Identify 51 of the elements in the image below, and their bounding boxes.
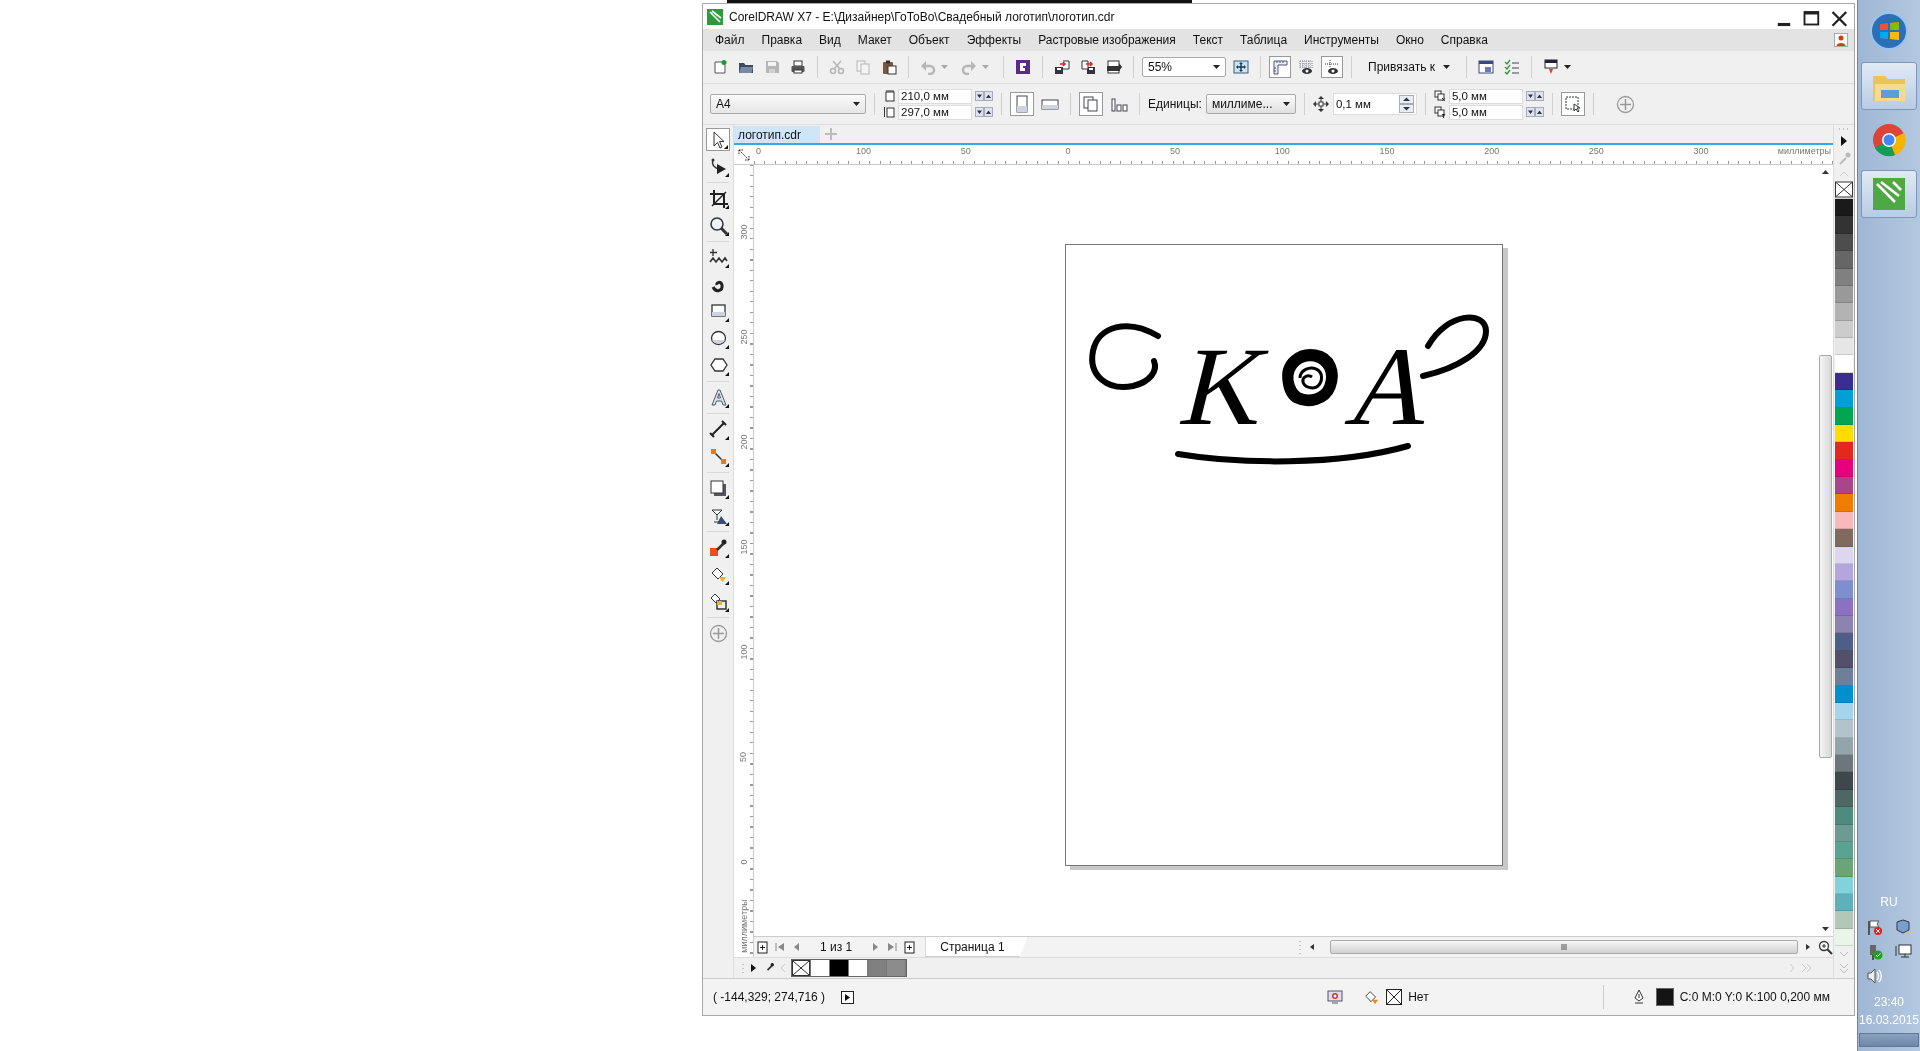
menu-item[interactable]: Растровые изображения — [1038, 33, 1185, 47]
ruler-label: 50 — [960, 145, 971, 157]
drawing-canvas[interactable]: K A — [754, 165, 1818, 936]
menu-item[interactable]: Вид — [819, 33, 850, 47]
fill-status: Нет — [1408, 990, 1429, 1004]
ruler-label: 0 — [738, 859, 749, 865]
document-tab[interactable]: логотип.cdr — [734, 126, 821, 143]
page-tab[interactable]: Страница 1 — [925, 937, 1028, 957]
window-title: CorelDRAW X7 - E:\Дизайнер\ГоТоВо\Свадебный логотип\логотип.cdr — [729, 9, 1115, 24]
menu-item[interactable]: Макет — [857, 33, 901, 47]
menu-item[interactable]: Объект — [908, 33, 959, 47]
ruler-label: 100 — [1274, 145, 1290, 157]
ruler-label: 100 — [856, 145, 872, 157]
units-dropdown[interactable]: миллиме... — [1205, 94, 1296, 114]
menu-item[interactable]: Справка — [1440, 33, 1497, 47]
ruler-label: 50 — [1170, 145, 1181, 157]
number-field[interactable]: 297,0 мм — [898, 104, 972, 120]
ruler-label: 150 — [738, 539, 749, 555]
units-label: Единицы: — [1148, 97, 1202, 111]
ruler-label: 200 — [738, 434, 749, 450]
nudge-field[interactable]: 0,1 мм — [1332, 93, 1417, 115]
ruler-unit: миллиметры — [1777, 145, 1832, 158]
monogram-letter: A — [1337, 324, 1450, 449]
ruler-label: 100 — [738, 644, 749, 660]
ruler-label: 0 — [1065, 145, 1071, 157]
monogram-letter: K — [1170, 324, 1283, 449]
ruler-label: 300 — [1693, 145, 1709, 157]
menu-item[interactable]: Инструменты — [1304, 33, 1388, 47]
ruler-label: 250 — [1588, 145, 1604, 157]
ruler-label: 50 — [738, 752, 749, 762]
cursor-position: ( -144,329; 274,716 ) — [713, 990, 826, 1004]
menu-item[interactable]: Правка — [761, 33, 812, 47]
menu-item[interactable]: Эффекты — [966, 33, 1031, 47]
ruler-label: 250 — [738, 329, 749, 345]
ruler-label: 300 — [738, 224, 749, 240]
number-field[interactable]: 210,0 мм — [898, 88, 972, 104]
number-field[interactable]: 5,0 мм — [1448, 104, 1523, 120]
number-field[interactable]: 5,0 мм — [1448, 88, 1523, 104]
ruler-unit: миллиметры — [738, 899, 749, 953]
ruler-label: 200 — [1484, 145, 1500, 157]
menu-item[interactable]: Окно — [1395, 33, 1433, 47]
snap-to-button[interactable]: Привязать к — [1360, 60, 1458, 74]
menu-item[interactable]: Текст — [1192, 33, 1233, 47]
zoom-level-dropdown[interactable]: 55% — [1142, 57, 1226, 77]
outline-status: C:0 M:0 Y:0 K:100 0,200 мм — [1679, 990, 1830, 1004]
menu-item[interactable]: Файл — [715, 33, 754, 47]
menu-item[interactable]: Таблица — [1240, 33, 1297, 47]
ruler-label: 0 — [756, 145, 761, 157]
page-counter: 1 из 1 — [820, 940, 853, 954]
page-size-dropdown[interactable]: A4 — [710, 94, 866, 114]
ruler-label: 150 — [1379, 145, 1395, 157]
